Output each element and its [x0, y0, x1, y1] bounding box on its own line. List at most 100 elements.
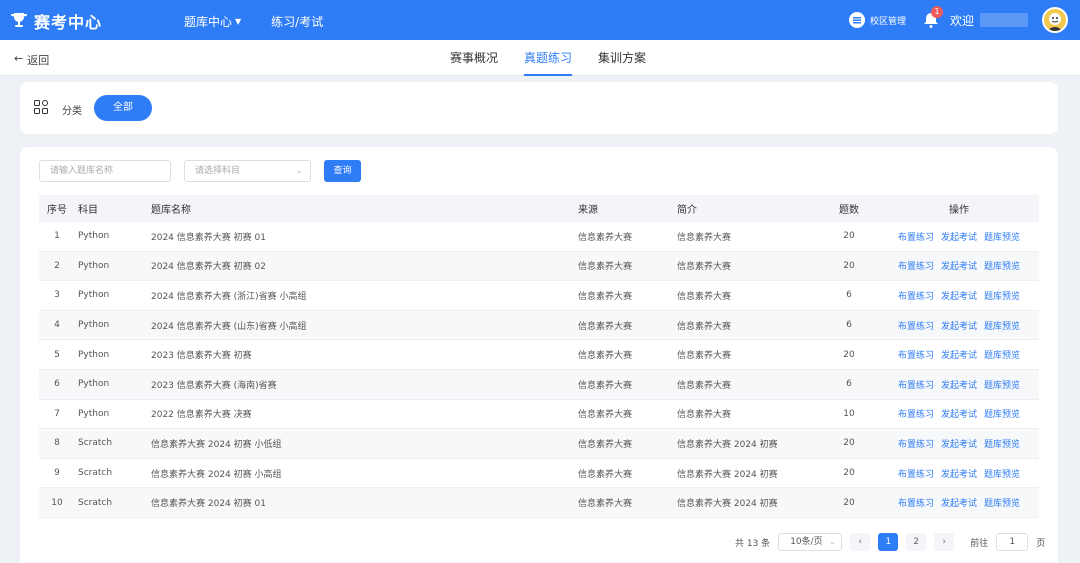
preview-bank-link[interactable]: 题库预览: [984, 319, 1020, 332]
username-masked: [980, 13, 1028, 27]
avatar[interactable]: [1042, 7, 1068, 33]
assign-practice-link[interactable]: 布置练习: [898, 437, 934, 450]
cell-operations: 布置练习 发起考试 题库预览: [898, 222, 1020, 251]
assign-practice-link[interactable]: 布置练习: [898, 230, 934, 243]
preview-bank-link[interactable]: 题库预览: [984, 467, 1020, 480]
preview-bank-link[interactable]: 题库预览: [984, 289, 1020, 302]
cell-source: 信息素养大赛: [578, 232, 633, 243]
cell-source: 信息素养大赛: [578, 380, 633, 391]
table-row: 3 Python 2024 信息素养大赛 (浙江)省赛 小高组 信息素养大赛 信息素养大…: [39, 281, 1039, 311]
total-count: 共 13 条: [735, 538, 771, 549]
notification-button[interactable]: 1: [922, 6, 943, 29]
cell-name: 2022 信息素养大赛 决赛: [151, 410, 252, 421]
user-greeting[interactable]: 欢迎: [950, 12, 1028, 29]
campus-management[interactable]: 校区管理: [848, 12, 906, 28]
cell-subject: Scratch: [78, 497, 113, 508]
table-row: 1 Python 2024 信息素养大赛 初赛 01 信息素养大赛 信息素养大赛 20 布置…: [39, 222, 1039, 252]
start-exam-link[interactable]: 发起考试: [941, 259, 977, 272]
start-exam-link[interactable]: 发起考试: [941, 407, 977, 420]
start-exam-link[interactable]: 发起考试: [941, 467, 977, 480]
preview-bank-link[interactable]: 题库预览: [984, 407, 1020, 420]
cell-count: 6: [846, 320, 852, 331]
assign-practice-link[interactable]: 布置练习: [898, 348, 934, 361]
table-row: 5 Python 2023 信息素养大赛 初赛 信息素养大赛 信息素养大赛 20 布置练习发…: [39, 340, 1039, 370]
welcome-label: 欢迎: [949, 13, 974, 28]
preview-bank-link[interactable]: 题库预览: [984, 496, 1020, 509]
cell-count: 20: [843, 349, 855, 360]
preview-bank-link[interactable]: 题库预览: [984, 348, 1020, 361]
cell-description: 信息素养大赛 2024 初赛: [677, 499, 778, 510]
start-exam-link[interactable]: 发起考试: [941, 230, 977, 243]
nav-practice-exam[interactable]: 练习/考试: [271, 13, 323, 30]
start-exam-link[interactable]: 发起考试: [941, 348, 977, 361]
assign-practice-link[interactable]: 布置练习: [898, 319, 934, 332]
start-exam-link[interactable]: 发起考试: [941, 289, 977, 302]
cell-description: 信息素养大赛: [677, 321, 732, 332]
cell-description: 信息素养大赛: [677, 410, 732, 421]
campus-icon: [848, 12, 865, 28]
start-exam-link[interactable]: 发起考试: [941, 496, 977, 509]
preview-bank-link[interactable]: 题库预览: [984, 230, 1020, 243]
header-source: 来源: [578, 205, 598, 216]
prev-page-button[interactable]: ‹: [850, 533, 871, 551]
cell-source: 信息素养大赛: [578, 262, 633, 273]
sub-navbar: ← 返回 赛事概况 真题练习 集训方案: [0, 40, 1080, 76]
cell-operations: 布置练习 发起考试 题库预览: [898, 429, 1020, 458]
cell-index: 7: [54, 408, 60, 419]
subject-select[interactable]: 请选择科目 ⌄: [184, 160, 311, 182]
table-header: 序号 科目 题库名称 来源 简介 题数 操作: [39, 195, 1039, 222]
category-all-button[interactable]: 全部: [94, 95, 152, 121]
page-2-button[interactable]: 2: [906, 533, 927, 551]
start-exam-link[interactable]: 发起考试: [941, 319, 977, 332]
search-input[interactable]: 请输入题库名称: [39, 160, 171, 182]
table-row: 4 Python 2024 信息素养大赛 (山东)省赛 小高组 信息素养大赛 信息素养大…: [39, 310, 1039, 341]
back-button[interactable]: ← 返回: [14, 52, 49, 68]
brand[interactable]: 赛考中心: [10, 9, 102, 33]
assign-practice-link[interactable]: 布置练习: [898, 259, 934, 272]
nav-question-bank-label: 题库中心: [184, 15, 233, 29]
cell-index: 3: [54, 290, 60, 301]
preview-bank-link[interactable]: 题库预览: [984, 378, 1020, 391]
assign-practice-link[interactable]: 布置练习: [898, 496, 934, 509]
query-button[interactable]: 查询: [324, 160, 361, 182]
cell-subject: Python: [78, 231, 110, 242]
nav-question-bank[interactable]: 题库中心 ▼: [184, 13, 241, 30]
page-1-button[interactable]: 1: [878, 533, 899, 551]
assign-practice-link[interactable]: 布置练习: [898, 407, 934, 420]
cell-name: 2024 信息素养大赛 初赛 01: [151, 232, 266, 243]
pagination: 共 13 条 10条/页 ⌄ ‹ 1 2 › 前往 1 页: [735, 532, 1045, 552]
cell-operations: 布置练习 发起考试 题库预览: [898, 311, 1020, 340]
assign-practice-link[interactable]: 布置练习: [898, 378, 934, 391]
assign-practice-link[interactable]: 布置练习: [898, 467, 934, 480]
grid-icon: [34, 100, 48, 117]
tab-competition-overview[interactable]: 赛事概况: [450, 40, 498, 76]
page-size-select[interactable]: 10条/页 ⌄: [778, 533, 843, 551]
cell-subject: Python: [78, 349, 110, 360]
tab-training-plan[interactable]: 集训方案: [598, 40, 646, 76]
cell-source: 信息素养大赛: [578, 410, 633, 421]
next-page-button[interactable]: ›: [934, 533, 955, 551]
header-subject: 科目: [78, 205, 98, 216]
chevron-down-icon: ⌄: [295, 166, 303, 176]
cell-source: 信息素养大赛: [578, 321, 633, 332]
header-description: 简介: [677, 205, 697, 216]
cell-description: 信息素养大赛: [677, 262, 732, 273]
preview-bank-link[interactable]: 题库预览: [984, 259, 1020, 272]
goto-page-input[interactable]: 1: [996, 533, 1029, 551]
cell-index: 5: [54, 349, 60, 360]
assign-practice-link[interactable]: 布置练习: [898, 289, 934, 302]
notification-badge: 1: [930, 6, 943, 18]
goto-prefix: 前往: [970, 538, 989, 549]
cell-index: 8: [54, 438, 60, 449]
start-exam-link[interactable]: 发起考试: [941, 437, 977, 450]
category-filter-card: 分类 全部: [20, 82, 1058, 134]
start-exam-link[interactable]: 发起考试: [941, 378, 977, 391]
page-size-value: 10条/页: [790, 537, 823, 547]
cell-operations: 布置练习 发起考试 题库预览: [898, 252, 1020, 281]
question-bank-table: 序号 科目 题库名称 来源 简介 题数 操作 1 Python 2024 信息素养大…: [39, 195, 1039, 518]
cell-description: 信息素养大赛: [677, 291, 732, 302]
tab-real-questions[interactable]: 真题练习: [524, 40, 573, 76]
header-index: 序号: [47, 205, 67, 216]
cell-name: 2023 信息素养大赛 (海南)省赛: [151, 380, 277, 391]
preview-bank-link[interactable]: 题库预览: [984, 437, 1020, 450]
